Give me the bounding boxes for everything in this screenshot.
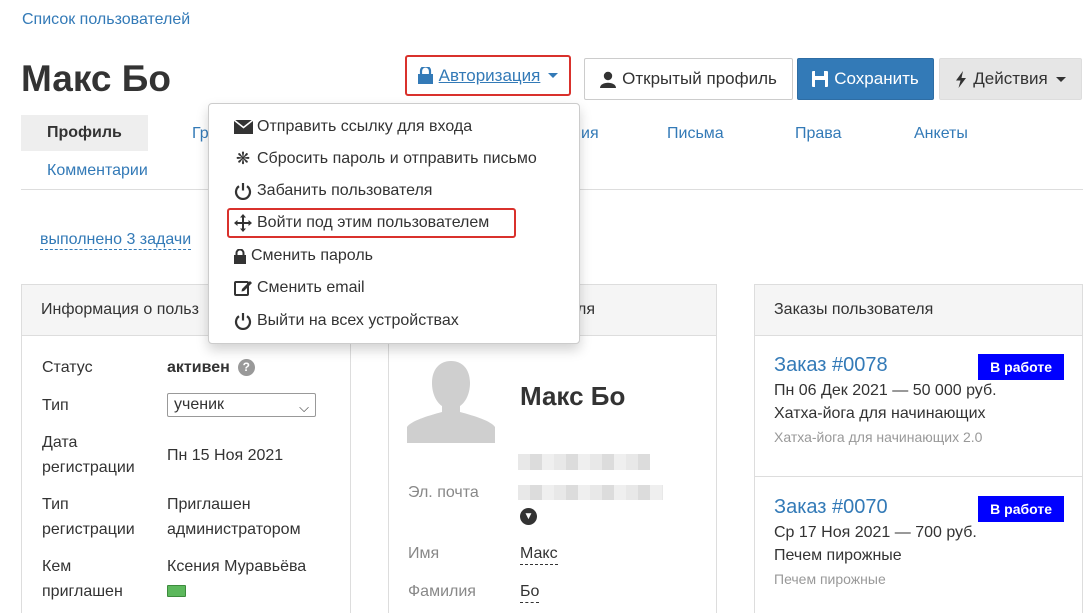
page-title: Макс Бо bbox=[21, 58, 171, 99]
order-offer: Печем пирожные bbox=[774, 571, 886, 587]
envelope-icon bbox=[233, 117, 253, 137]
blurred-email-line bbox=[518, 454, 650, 470]
auth-dropdown-button[interactable]: Авторизация bbox=[405, 55, 571, 96]
edit-icon bbox=[233, 278, 253, 298]
last-name-label: Фамилия bbox=[408, 583, 476, 600]
user-orders-panel: Заказы пользователя Заказ #0078 В работе… bbox=[754, 284, 1083, 613]
menu-item-label: Войти под этим пользователем bbox=[257, 214, 490, 231]
caret-down-icon bbox=[1055, 76, 1066, 82]
tab-groups[interactable]: Гр bbox=[192, 125, 209, 143]
save-label: Сохранить bbox=[834, 69, 919, 88]
tab-profile[interactable]: Профиль bbox=[21, 115, 148, 151]
menu-item-ban-user[interactable]: Забанить пользователя bbox=[233, 179, 432, 203]
lock-icon bbox=[417, 67, 433, 84]
menu-item-change-password[interactable]: Сменить пароль bbox=[233, 244, 373, 268]
move-icon bbox=[233, 213, 253, 233]
avatar-placeholder-icon bbox=[407, 361, 495, 443]
order-status-badge: В работе bbox=[978, 354, 1064, 380]
status-value-wrap: активен? bbox=[167, 355, 255, 380]
power-icon bbox=[233, 311, 253, 331]
order-item: Заказ #0070 В работе Ср 17 Ноя 2021 — 70… bbox=[774, 496, 1064, 587]
order-date-price: Пн 06 Дек 2021 — 50 000 руб. bbox=[774, 382, 997, 399]
user-icon bbox=[600, 71, 617, 88]
actions-label: Действия bbox=[973, 69, 1048, 88]
menu-item-label: Отправить ссылку для входа bbox=[257, 118, 473, 135]
chevron-down-icon: ⌵ bbox=[299, 400, 309, 415]
power-icon bbox=[233, 181, 253, 201]
reg-type-value: Приглашен администратором bbox=[167, 496, 301, 538]
blurred-email-line bbox=[518, 485, 663, 500]
first-name-label: Имя bbox=[408, 545, 440, 562]
money-icon bbox=[167, 585, 186, 597]
public-profile-button[interactable]: Открытый профиль bbox=[584, 58, 793, 100]
email-label: Эл. почта bbox=[408, 484, 479, 501]
reg-type-label: Тип регистрации bbox=[42, 496, 135, 538]
menu-item-send-login-link[interactable]: Отправить ссылку для входа bbox=[233, 115, 472, 139]
tab-forms[interactable]: Анкеты bbox=[914, 125, 968, 143]
order-link[interactable]: Заказ #0078 bbox=[774, 354, 888, 376]
lock-icon bbox=[233, 246, 247, 266]
menu-item-login-as-user[interactable]: Войти под этим пользователем bbox=[233, 211, 489, 235]
menu-item-label: Сменить пароль bbox=[251, 247, 374, 264]
menu-item-reset-password[interactable]: ❋ Сбросить пароль и отправить письмо bbox=[233, 147, 537, 171]
user-type-value: ученик bbox=[174, 396, 225, 413]
invited-by-value: Ксения Муравьёва bbox=[167, 558, 307, 575]
user-full-name: Макс Бо bbox=[520, 381, 626, 411]
order-date-price: Ср 17 Ноя 2021 — 700 руб. bbox=[774, 524, 977, 541]
order-status-badge: В работе bbox=[978, 496, 1064, 522]
expand-chevron-icon[interactable]: ▼ bbox=[520, 508, 537, 525]
reg-date-value: Пн 15 Ноя 2021 bbox=[167, 447, 284, 464]
save-button[interactable]: Сохранить bbox=[797, 58, 934, 100]
panel-title: Заказы пользователя bbox=[755, 285, 1082, 336]
public-profile-label: Открытый профиль bbox=[622, 69, 777, 88]
menu-item-label: Сбросить пароль и отправить письмо bbox=[257, 150, 537, 167]
invited-by-value-wrap: Ксения Муравьёва bbox=[167, 554, 306, 605]
asterisk-icon: ❋ bbox=[235, 149, 251, 168]
type-label: Тип bbox=[42, 397, 69, 414]
status-label: Статус bbox=[42, 359, 93, 376]
caret-down-icon bbox=[548, 73, 559, 78]
menu-item-label: Сменить email bbox=[257, 279, 365, 296]
tasks-completed-link[interactable]: выполнено 3 задачи bbox=[40, 231, 192, 250]
divider bbox=[755, 476, 1082, 477]
breadcrumb-users-list[interactable]: Список пользователей bbox=[22, 11, 190, 29]
order-product: Печем пирожные bbox=[774, 547, 902, 564]
order-link[interactable]: Заказ #0070 bbox=[774, 496, 888, 518]
actions-dropdown-button[interactable]: Действия bbox=[939, 58, 1082, 100]
order-item: Заказ #0078 В работе Пн 06 Дек 2021 — 50… bbox=[774, 354, 1064, 445]
order-product: Хатха-йога для начинающих bbox=[774, 405, 986, 422]
menu-item-label: Забанить пользователя bbox=[257, 182, 433, 199]
floppy-disk-icon bbox=[812, 71, 829, 87]
user-type-select[interactable]: ученик ⌵ bbox=[167, 393, 316, 417]
auth-dropdown-menu: Отправить ссылку для входа ❋ Сбросить па… bbox=[208, 103, 580, 344]
menu-item-logout-all-devices[interactable]: Выйти на всех устройствах bbox=[233, 309, 459, 333]
order-offer: Хатха-йога для начинающих 2.0 bbox=[774, 429, 983, 445]
tab-history[interactable]: ия bbox=[581, 125, 599, 143]
help-icon[interactable]: ? bbox=[237, 359, 255, 376]
tab-rights[interactable]: Права bbox=[795, 125, 842, 143]
last-name-value[interactable]: Бо bbox=[520, 582, 540, 603]
tab-letters[interactable]: Письма bbox=[667, 125, 724, 143]
auth-button-label: Авторизация bbox=[438, 65, 541, 85]
reg-date-label: Дата регистрации bbox=[42, 434, 135, 476]
lightning-icon bbox=[956, 70, 967, 88]
status-value: активен bbox=[167, 359, 230, 376]
tab-comments[interactable]: Комментарии bbox=[47, 162, 148, 180]
menu-item-label: Выйти на всех устройствах bbox=[257, 312, 459, 329]
invited-by-label: Кем приглашен bbox=[42, 558, 123, 600]
first-name-value[interactable]: Макс bbox=[520, 544, 558, 565]
menu-item-change-email[interactable]: Сменить email bbox=[233, 276, 365, 300]
